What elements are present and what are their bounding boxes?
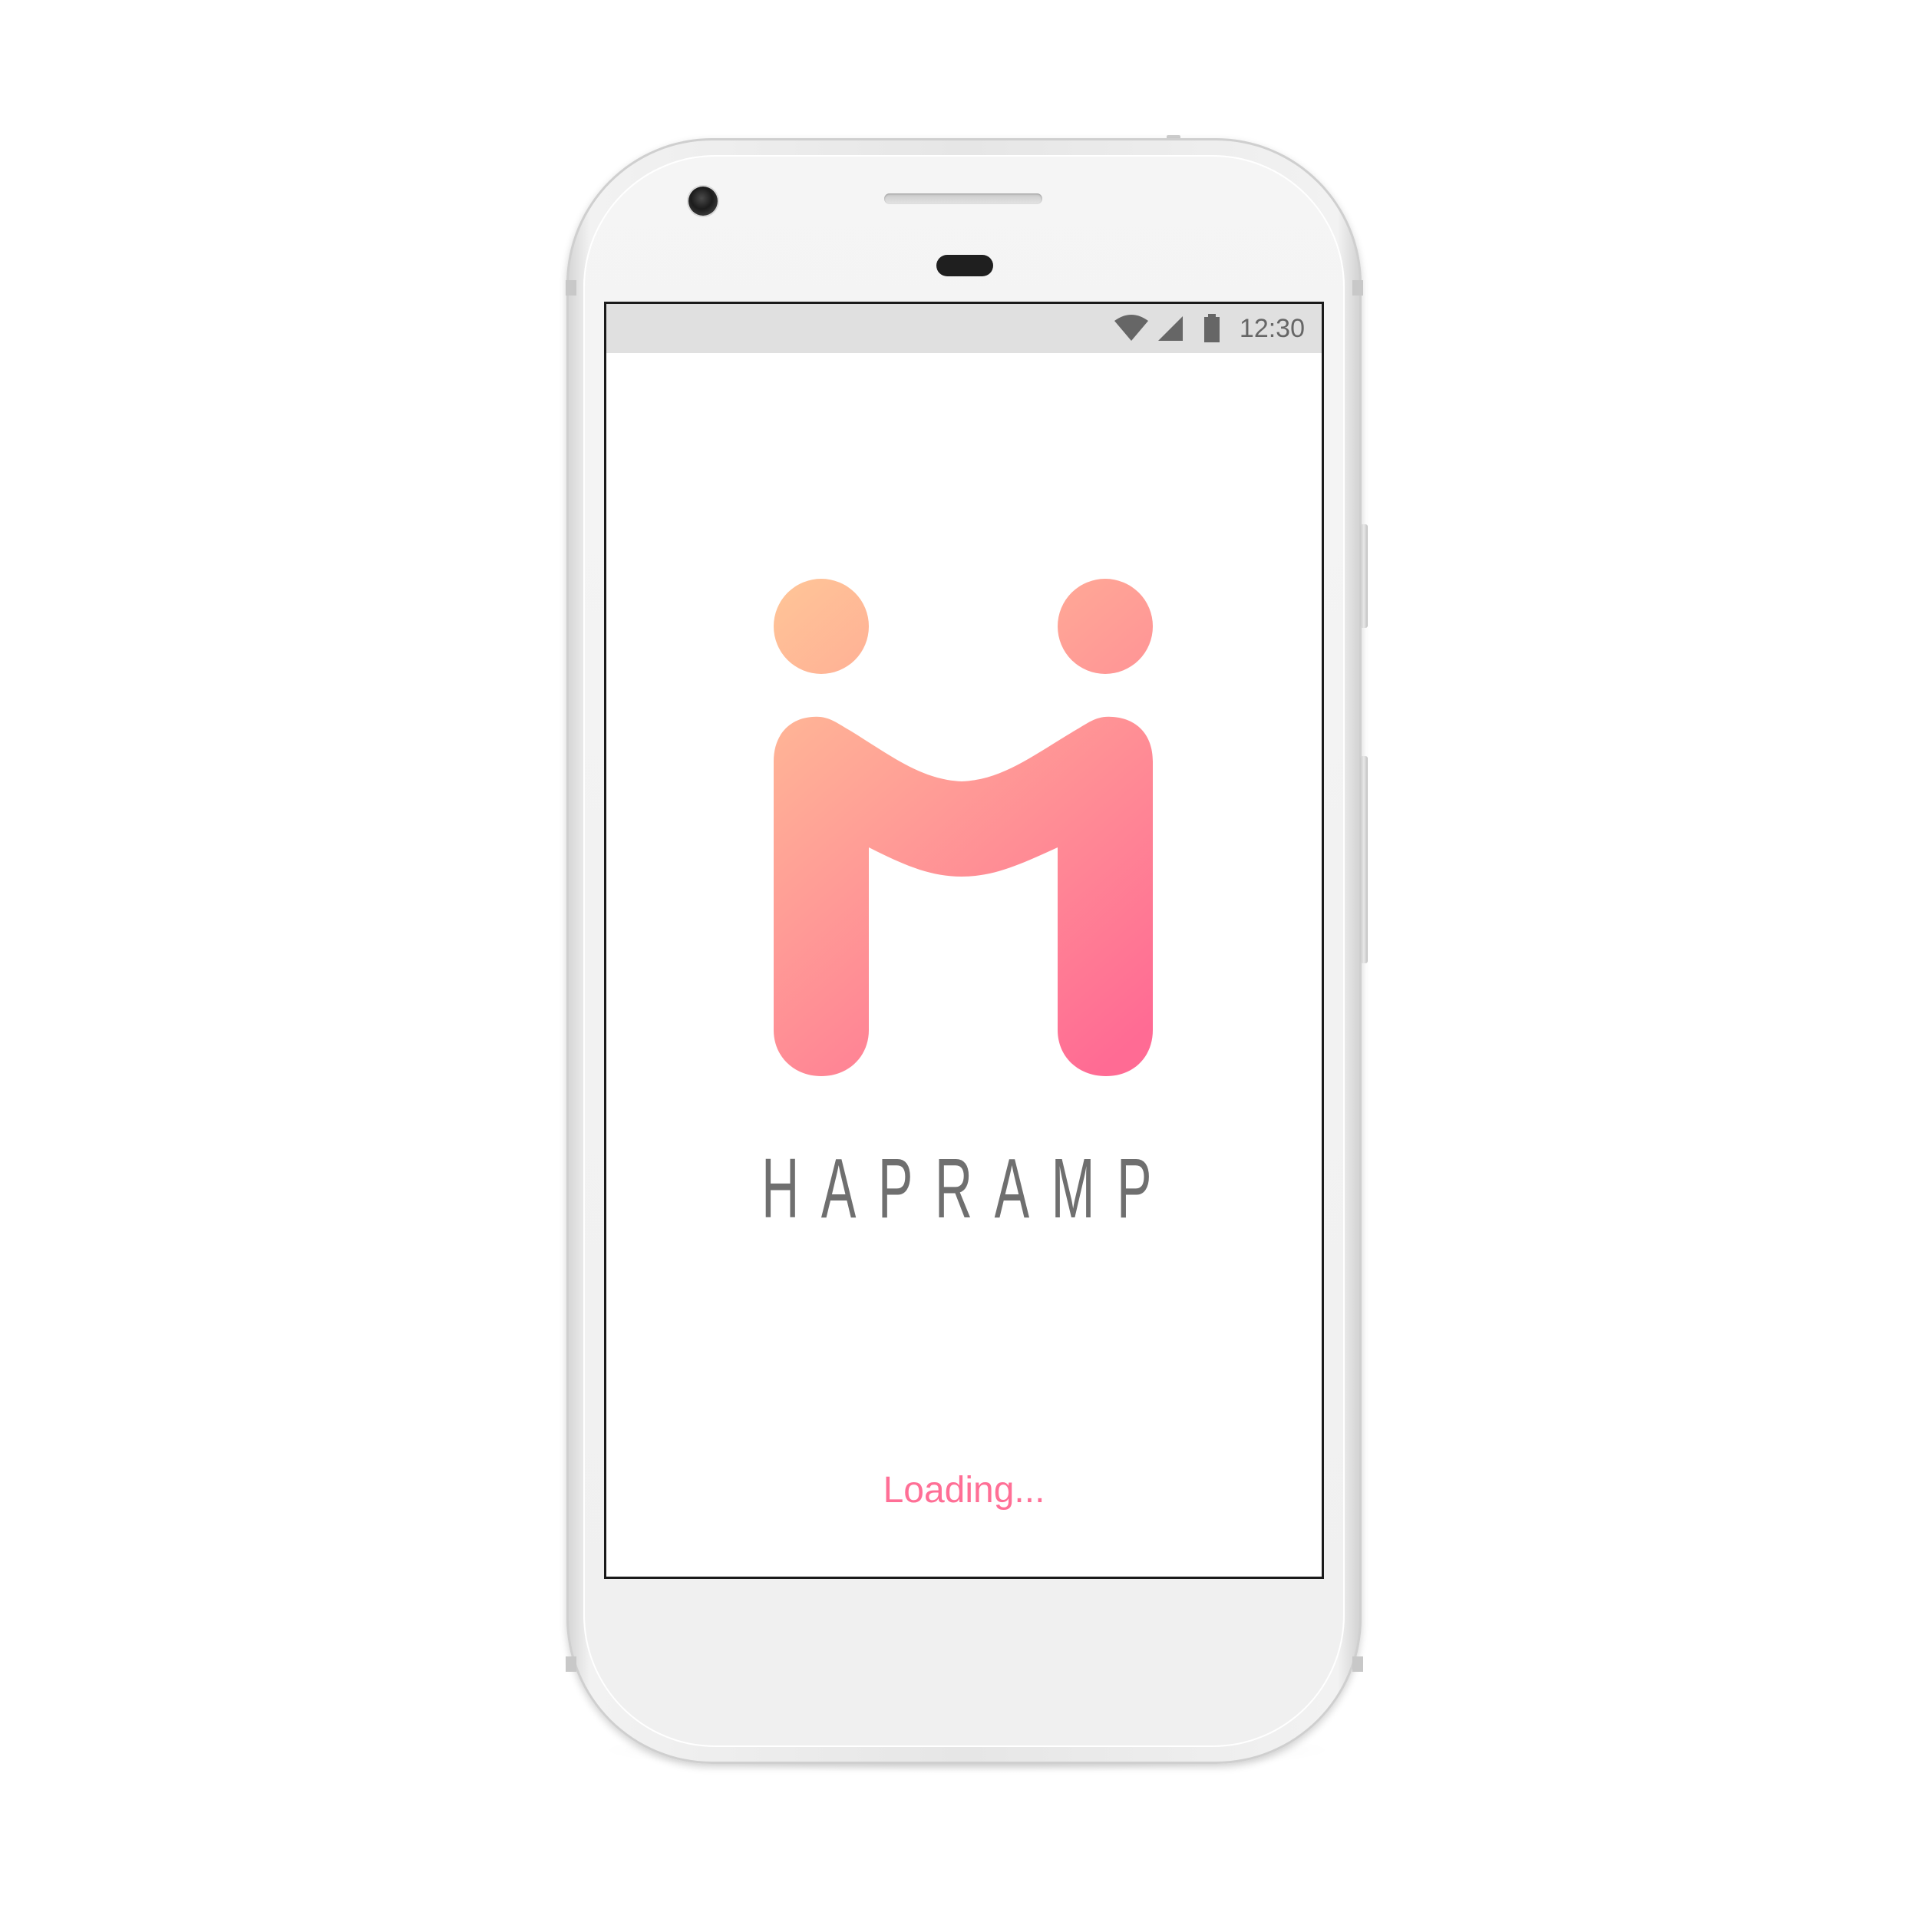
antenna-band-left-top [566,280,576,296]
antenna-band-right-top [1352,280,1363,296]
earpiece-speaker [884,193,1042,204]
brand-name: HAPRAMP [761,1141,1174,1236]
power-button[interactable] [1360,524,1368,628]
hapramp-logo [774,579,1153,1076]
logo-left-head [774,579,869,674]
front-camera [688,187,718,216]
antenna-band-right-bottom [1352,1656,1363,1672]
antenna-band-left-bottom [566,1656,576,1672]
logo-m-shape [774,716,1153,1076]
device-mockup: 12:30 HAPRAMP Loading... [0,0,1928,1932]
logo-right-head [1058,579,1153,674]
device-screen: 12:30 HAPRAMP Loading... [604,302,1324,1579]
proximity-sensor [936,255,993,276]
loading-text: Loading... [883,1470,1045,1511]
volume-rocker[interactable] [1360,756,1368,963]
